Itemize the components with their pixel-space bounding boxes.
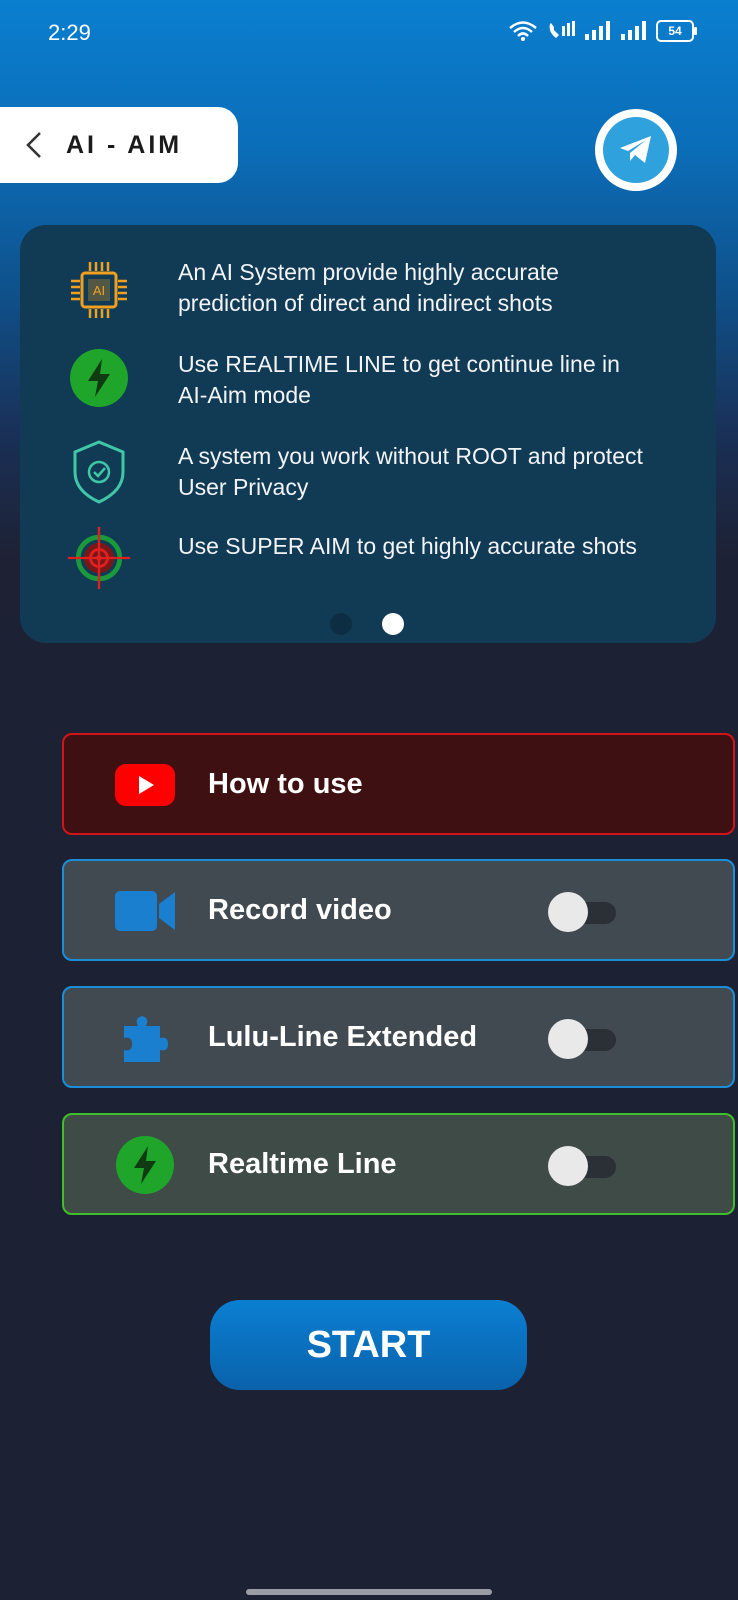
realtime-line-label: Realtime Line [208, 1148, 397, 1180]
feature-item: A system you work without ROOT and prote… [20, 439, 716, 521]
telegram-icon [603, 117, 669, 183]
title-bar: AI - AIM [0, 107, 238, 183]
feature-text: An AI System provide highly accurate pre… [178, 259, 559, 316]
how-to-use-label: How to use [208, 768, 363, 800]
ai-chip-label: AI [93, 283, 105, 298]
carousel-dot[interactable] [330, 613, 352, 635]
feature-text: Use SUPER AIM to get highly accurate sho… [178, 533, 637, 559]
lightning-icon [66, 345, 132, 411]
signal-2-icon [621, 21, 646, 40]
ai-chip-icon: AI [66, 257, 132, 323]
lulu-line-extended-label: Lulu-Line Extended [208, 1021, 478, 1053]
feature-text: Use REALTIME LINE to get continue line i… [178, 351, 620, 408]
record-video-label: Record video [208, 894, 392, 926]
feature-item: Use REALTIME LINE to get continue line i… [20, 349, 716, 429]
wifi-icon [509, 21, 537, 41]
home-indicator[interactable] [246, 1589, 492, 1595]
feature-item: Use SUPER AIM to get highly accurate sho… [20, 526, 716, 611]
lulu-line-extended-row[interactable]: Lulu-Line Extended [62, 986, 735, 1088]
realtime-line-row[interactable]: Realtime Line [62, 1113, 735, 1215]
lightning-icon [112, 1132, 178, 1198]
record-video-row[interactable]: Record video [62, 859, 735, 961]
toggle-knob [548, 1146, 588, 1186]
video-camera-icon [112, 878, 178, 944]
crosshair-icon [66, 525, 132, 591]
status-bar: 2:29 54 [0, 0, 738, 64]
signal-1-icon [585, 21, 610, 40]
record-video-toggle[interactable] [548, 892, 618, 932]
puzzle-icon [112, 1005, 178, 1071]
toggle-knob [548, 1019, 588, 1059]
shield-check-icon [66, 439, 132, 505]
carousel-dots [330, 613, 404, 635]
toggle-knob [548, 892, 588, 932]
feature-text: A system you work without ROOT and prote… [178, 443, 643, 500]
lulu-line-extended-toggle[interactable] [548, 1019, 618, 1059]
battery-icon: 54 [656, 20, 697, 42]
youtube-icon [112, 752, 178, 818]
volte-call-icon [549, 21, 575, 38]
feature-item: AI An AI System provide highly accurate … [20, 257, 716, 337]
back-arrow-icon[interactable] [22, 130, 46, 160]
status-icons: 54 [508, 20, 697, 42]
status-time: 2:29 [48, 20, 91, 45]
carousel-dot-active[interactable] [382, 613, 404, 635]
feature-carousel[interactable]: AI An AI System provide highly accurate … [20, 225, 716, 643]
page-title: AI - AIM [66, 130, 183, 159]
how-to-use-button[interactable]: How to use [62, 733, 735, 835]
start-button[interactable]: START [210, 1300, 527, 1390]
realtime-line-toggle[interactable] [548, 1146, 618, 1186]
telegram-button[interactable] [595, 109, 677, 191]
